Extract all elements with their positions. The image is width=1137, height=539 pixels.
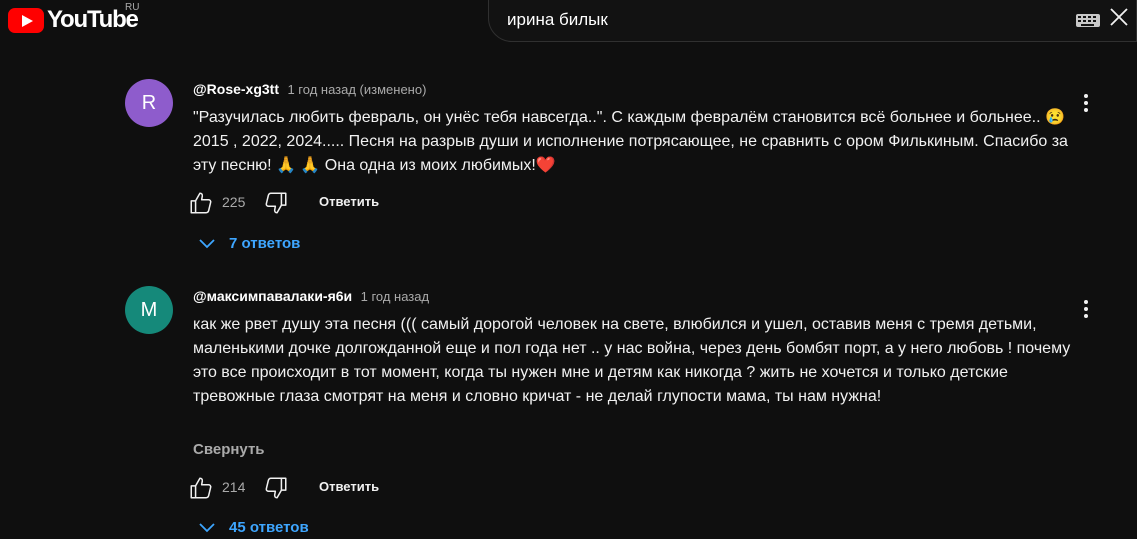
comment-author[interactable]: @Rose-xg3tt	[193, 81, 279, 97]
chevron-down-icon	[199, 523, 215, 533]
reply-button[interactable]: Ответить	[319, 194, 379, 209]
comment-actions: 214 Ответить	[188, 475, 588, 499]
like-count: 225	[222, 194, 246, 210]
dislike-icon[interactable]	[263, 190, 289, 216]
like-count: 214	[222, 479, 246, 495]
comment-time[interactable]: 1 год назад (изменено)	[287, 82, 426, 97]
youtube-logo[interactable]: YouTube	[8, 6, 139, 34]
search-input[interactable]: ирина билык	[507, 10, 608, 30]
collapse-button[interactable]: Свернуть	[193, 441, 265, 458]
like-icon[interactable]	[188, 475, 214, 501]
reply-button[interactable]: Ответить	[319, 479, 379, 494]
clear-search-icon[interactable]	[1107, 5, 1131, 29]
comment-header: @максимпавалаки-я6и 1 год назад	[193, 288, 429, 306]
view-replies-button[interactable]: 7 ответов	[197, 231, 300, 255]
keyboard-icon[interactable]	[1076, 14, 1100, 27]
replies-count: 7 ответов	[229, 234, 301, 252]
more-actions-icon[interactable]	[1081, 93, 1091, 115]
view-replies-button[interactable]: 45 ответов	[197, 515, 309, 539]
comment-author[interactable]: @максимпавалаки-я6и	[193, 288, 352, 304]
top-bar: YouTube RU ирина билык	[0, 0, 1137, 42]
region-code: RU	[125, 2, 140, 13]
replies-count: 45 ответов	[229, 518, 309, 536]
avatar-letter: M	[140, 298, 158, 321]
dislike-icon[interactable]	[263, 475, 289, 501]
avatar[interactable]: R	[125, 79, 173, 127]
comment-time[interactable]: 1 год назад	[361, 289, 429, 304]
search-box[interactable]: ирина билык	[488, 0, 1137, 42]
like-icon[interactable]	[188, 190, 214, 216]
more-actions-icon[interactable]	[1081, 299, 1091, 321]
play-logo-icon	[8, 7, 44, 33]
chevron-down-icon	[199, 239, 215, 249]
avatar-letter: R	[141, 91, 157, 114]
comment-text: как же рвет душу эта песня ((( самый дор…	[193, 316, 1071, 405]
avatar[interactable]: M	[125, 286, 173, 334]
comment-actions: 225 Ответить	[188, 190, 588, 214]
comment-header: @Rose-xg3tt 1 год назад (изменено)	[193, 81, 426, 99]
comment-text: "Разучилась любить февраль, он унёс тебя…	[193, 109, 1068, 174]
